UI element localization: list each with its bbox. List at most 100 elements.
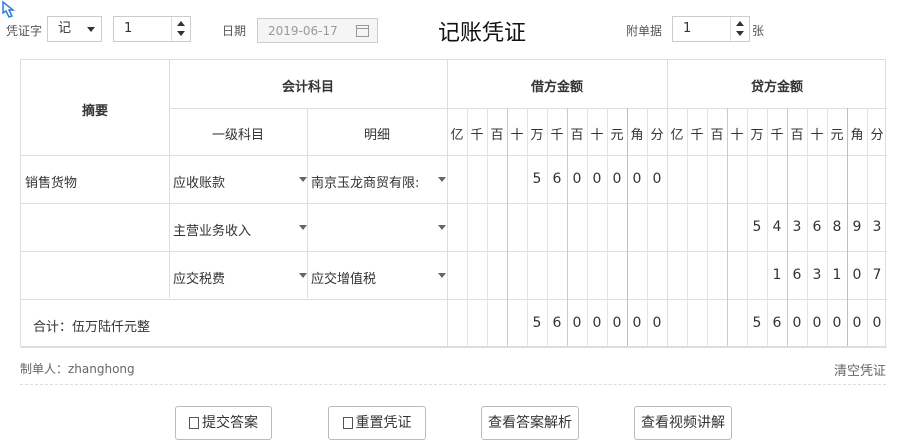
credit-unit-header: 亿	[670, 128, 684, 143]
credit-digit[interactable]: 6	[787, 267, 807, 283]
chevron-down-icon[interactable]	[299, 177, 307, 182]
credit-unit-header: 元	[830, 128, 844, 143]
chevron-down-icon[interactable]	[438, 273, 446, 278]
credit-digit[interactable]: 1	[767, 267, 787, 283]
credit-digit[interactable]: 0	[847, 267, 867, 283]
header-debit: 借方金额	[530, 80, 583, 95]
voucher-number-value: 1	[124, 21, 133, 36]
total-debit-digit: 6	[552, 315, 562, 331]
account-primary-select[interactable]: 应收账款	[173, 172, 303, 191]
row-divider	[21, 251, 887, 252]
digit-divider	[487, 108, 488, 346]
spinner-up-icon[interactable]	[736, 21, 744, 26]
row-divider	[21, 155, 887, 156]
total-label: 合计：伍万陆仟元整	[33, 320, 151, 335]
maker-label: 制单人：zhanghong	[20, 362, 135, 376]
debit-digit[interactable]: 0	[627, 171, 647, 187]
debit-digit[interactable]: 0	[607, 171, 627, 187]
total-debit-digit: 0	[632, 315, 642, 331]
row-divider	[169, 108, 887, 109]
chevron-down-icon[interactable]	[299, 273, 307, 278]
number-spinner[interactable]	[171, 17, 190, 41]
credit-unit-header: 万	[750, 128, 764, 143]
document-icon	[189, 417, 199, 429]
credit-digit[interactable]: 3	[807, 267, 827, 283]
view-answer-button[interactable]: 查看答案解析	[481, 406, 579, 440]
credit-unit-header: 角	[850, 128, 864, 143]
digit-divider	[687, 108, 688, 346]
debit-unit-header: 百	[490, 128, 504, 143]
date-value: 2019-06-17	[268, 24, 338, 38]
column-divider	[307, 108, 308, 298]
debit-digit[interactable]: 0	[587, 171, 607, 187]
attachments-spinner[interactable]	[730, 17, 749, 41]
total-credit-digit: 6	[772, 315, 782, 331]
debit-digit[interactable]: 0	[647, 171, 667, 187]
reset-voucher-button[interactable]: 重置凭证	[328, 406, 426, 440]
account-primary-select[interactable]: 主营业务收入	[173, 220, 303, 239]
credit-digit[interactable]: 5	[747, 219, 767, 235]
view-video-button[interactable]: 查看视频讲解	[634, 406, 732, 440]
digit-divider	[467, 108, 468, 346]
spinner-down-icon[interactable]	[736, 31, 744, 36]
total-credit-digit: 0	[832, 315, 842, 331]
total-credit-digit: 0	[872, 315, 882, 331]
credit-digit[interactable]: 3	[787, 219, 807, 235]
debit-digit[interactable]: 5	[527, 171, 547, 187]
account-detail-select[interactable]: 应交增值税	[311, 268, 435, 287]
credit-digit[interactable]: 1	[827, 267, 847, 283]
voucher-number-input[interactable]: 1	[113, 16, 191, 42]
chevron-down-icon[interactable]	[299, 225, 307, 230]
chevron-down-icon	[87, 27, 95, 32]
digit-divider	[607, 108, 608, 346]
credit-unit-header: 十	[730, 128, 744, 143]
chevron-down-icon[interactable]	[438, 177, 446, 182]
credit-digit[interactable]: 7	[867, 267, 887, 283]
hand-cursor-icon	[2, 0, 16, 18]
total-credit-digit: 0	[792, 315, 802, 331]
credit-digit[interactable]: 6	[807, 219, 827, 235]
credit-digit[interactable]: 3	[867, 219, 887, 235]
voucher-type-value: 记	[58, 21, 72, 36]
account-primary-select[interactable]: 应交税费	[173, 268, 303, 287]
submit-answer-label: 提交答案	[202, 415, 258, 431]
header-credit: 贷方金额	[750, 80, 803, 95]
row-summary[interactable]: 销售货物	[25, 172, 165, 191]
attachments-unit: 张	[752, 24, 765, 38]
row-divider	[21, 299, 887, 300]
total-debit-digit: 0	[652, 315, 662, 331]
credit-digit[interactable]: 9	[847, 219, 867, 235]
voucher-table: 摘要 会计科目 一级科目 明细 借方金额 贷方金额 亿千百十万千百十元角分亿千百…	[20, 59, 887, 348]
voucher-type-label: 凭证字	[6, 24, 43, 38]
total-debit-digit: 0	[592, 315, 602, 331]
total-credit-digit: 5	[752, 315, 762, 331]
attachments-label: 附单据	[626, 24, 663, 38]
spinner-down-icon[interactable]	[177, 31, 185, 36]
credit-unit-header: 十	[810, 128, 824, 143]
spinner-up-icon[interactable]	[177, 21, 185, 26]
chevron-down-icon[interactable]	[438, 225, 446, 230]
credit-digit[interactable]: 4	[767, 219, 787, 235]
digit-divider	[507, 108, 508, 346]
digit-divider	[727, 108, 728, 346]
calendar-icon[interactable]	[356, 25, 369, 37]
total-credit-digit: 0	[852, 315, 862, 331]
header-account-detail: 明细	[363, 128, 390, 143]
divider	[20, 384, 886, 385]
credit-digit[interactable]: 8	[827, 219, 847, 235]
debit-unit-header: 角	[630, 128, 644, 143]
page-title: 记账凭证	[438, 21, 527, 46]
voucher-type-select[interactable]: 记	[47, 16, 102, 42]
attachments-input[interactable]: 1	[672, 16, 750, 42]
date-input[interactable]: 2019-06-17	[257, 18, 378, 43]
clear-voucher-link[interactable]: 清空凭证	[834, 360, 886, 379]
debit-unit-header: 亿	[450, 128, 464, 143]
account-detail-select[interactable]: 南京玉龙商贸有限:	[311, 172, 435, 191]
date-label: 日期	[222, 24, 247, 38]
digit-divider	[587, 108, 588, 346]
debit-unit-header: 百	[570, 128, 584, 143]
reset-voucher-label: 重置凭证	[355, 415, 412, 431]
debit-digit[interactable]: 6	[547, 171, 567, 187]
submit-answer-button[interactable]: 提交答案	[175, 406, 272, 440]
debit-digit[interactable]: 0	[567, 171, 587, 187]
